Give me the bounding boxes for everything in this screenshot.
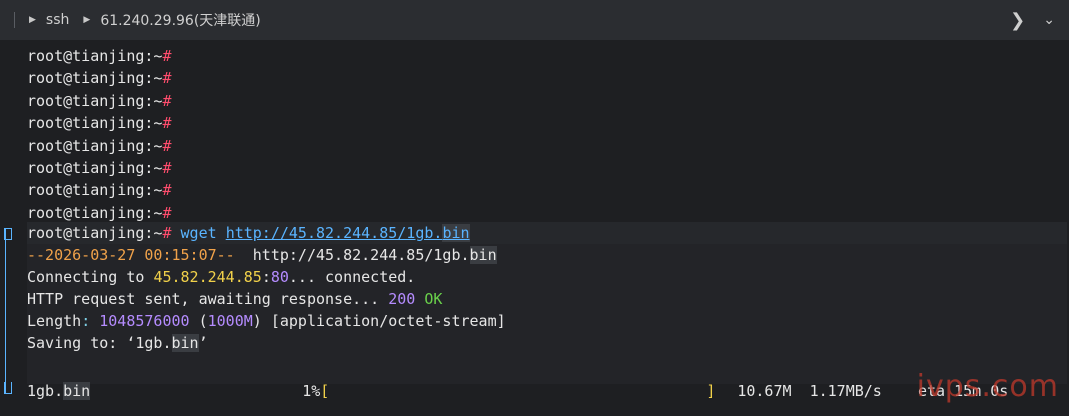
divider (14, 12, 15, 28)
command-line: root@tianjing:~# wget http://45.82.244.8… (27, 222, 470, 244)
output-length-line: Length: 1048576000 (1000M) [application/… (27, 312, 506, 330)
prompt-line: root@tianjing:~# (27, 157, 172, 179)
progress-bracket-close: ] (706, 382, 716, 400)
watermark-logo: ivps.com (916, 369, 1059, 404)
prompt-user: root@tianjing:~ (27, 136, 163, 155)
prompt-hash: # (162, 181, 172, 200)
prompt-line: root@tianjing:~# (27, 67, 172, 89)
terminal-output[interactable]: root@tianjing:~# root@tianjing:~# root@tia… (0, 42, 1069, 416)
command-block-start-marker[interactable] (4, 228, 12, 240)
output-connecting-line: Connecting to 45.82.244.85:80... connect… (27, 268, 416, 286)
http-status-code: 200 (388, 290, 416, 308)
output-host: 45.82.244.85 (153, 268, 262, 286)
length-human: 1000M (207, 312, 253, 330)
prompt-hash: # (162, 224, 172, 242)
prompt-user: root@tianjing:~ (27, 203, 163, 222)
prompt-user: root@tianjing:~ (27, 181, 163, 200)
output-http-line: HTTP request sent, awaiting response... … (27, 290, 443, 308)
prompt-hash: # (162, 203, 172, 222)
output-timestamp: --2026-03-27 00:15:07-- (27, 246, 235, 264)
command-block-end-marker (4, 382, 12, 394)
prompt-line: root@tianjing:~# (27, 45, 172, 67)
breadcrumb-arrow-icon: ▶ (83, 15, 91, 25)
progress-line: 1gb.bin 1%[] 10.67M 1.17MB/s eta 15m 0s (27, 380, 1008, 402)
command-name: wget (180, 224, 217, 242)
breadcrumb-host[interactable]: 61.240.29.96(天津联通) (100, 10, 260, 30)
prompt-hash: # (162, 69, 172, 88)
breadcrumb-ssh[interactable]: ssh (46, 12, 69, 28)
command-url[interactable]: http://45.82.244.85/1gb.bin (226, 224, 470, 242)
output-port: 80 (270, 268, 289, 286)
http-status-text: OK (415, 290, 443, 308)
prompt-hash: # (162, 91, 172, 110)
chevron-right-icon[interactable]: ❯ (1010, 10, 1025, 31)
prompt-line: root@tianjing:~# (27, 202, 172, 224)
prompt-hash: # (162, 159, 172, 177)
output-saving-line: Saving to: ‘1gb.bin’ (27, 334, 208, 352)
prompt-user: root@tianjing:~ (27, 69, 163, 88)
prompt-hash: # (162, 136, 172, 155)
output-timestamp-line: --2026-03-27 00:15:07-- http://45.82.244… (27, 244, 497, 266)
progress-percent: 1% (302, 382, 321, 400)
prompt-user: root@tianjing:~ (27, 91, 163, 110)
terminal-tab-bar: ▶ ssh ▶ 61.240.29.96(天津联通) ❯ ⌄ (0, 0, 1069, 40)
prompt-line: root@tianjing:~# (27, 112, 172, 134)
progress-downloaded: 10.67M (737, 382, 792, 400)
prompt-hash: # (162, 47, 172, 65)
output-url: http://45.82.244.85/1gb.bin (234, 246, 497, 264)
prompt-user: root@tianjing:~ (27, 159, 163, 177)
prompt-hash: # (162, 114, 172, 133)
chevron-down-icon[interactable]: ⌄ (1043, 12, 1055, 28)
prompt-user: root@tianjing:~ (27, 224, 163, 242)
progress-speed: 1.17MB/s (809, 382, 882, 400)
prompt-line: root@tianjing:~# (27, 135, 172, 157)
prompt-user: root@tianjing:~ (27, 114, 163, 133)
length-bytes: 1048576000 (99, 312, 190, 330)
prompt-line: root@tianjing:~# (27, 90, 172, 112)
prompt-user: root@tianjing:~ (27, 47, 163, 65)
progress-filename: 1gb.bin (27, 382, 91, 400)
prompt-line: root@tianjing:~# (27, 179, 172, 201)
command-block-line (5, 240, 6, 384)
breadcrumb-arrow-icon: ▶ (29, 15, 36, 25)
progress-bracket-open: [ (320, 382, 330, 400)
